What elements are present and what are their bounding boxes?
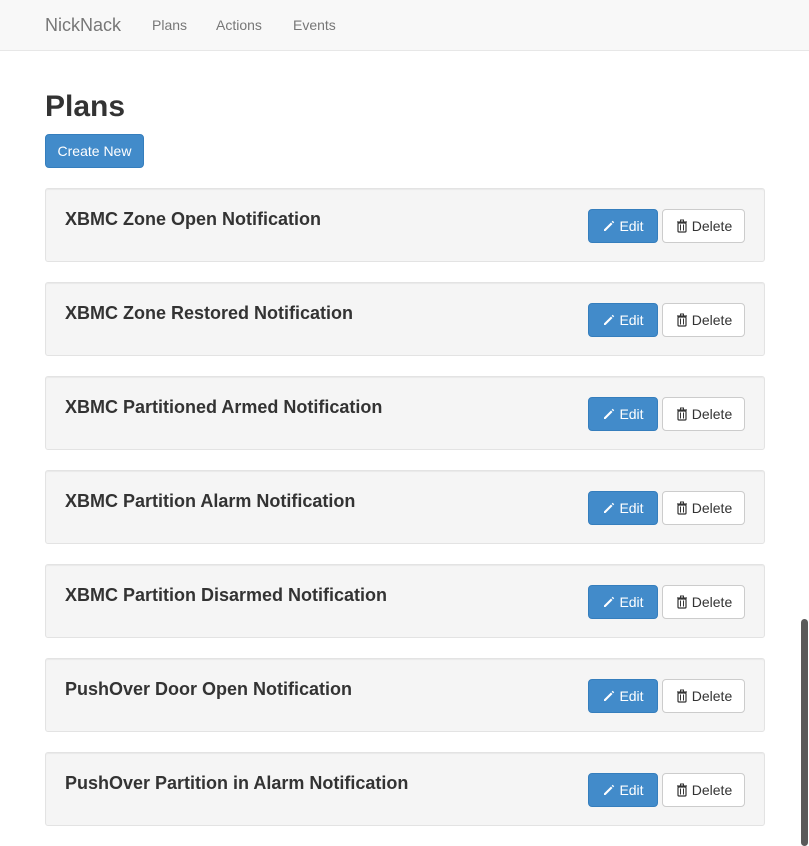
trash-icon: [675, 407, 689, 421]
pencil-icon: [602, 595, 616, 609]
trash-icon: [675, 501, 689, 515]
pencil-icon: [602, 501, 616, 515]
navbar: NickNack Plans Actions Events: [0, 0, 809, 51]
delete-button[interactable]: Delete: [662, 585, 745, 619]
edit-label: Edit: [619, 312, 644, 328]
plan-card: PushOver Door Open Notification Edit Delet…: [45, 658, 765, 732]
nav-link-plans[interactable]: Plans: [152, 16, 187, 34]
delete-button[interactable]: Delete: [662, 397, 745, 431]
nav-link-events[interactable]: Events: [293, 16, 336, 34]
delete-label: Delete: [691, 594, 733, 610]
brand-link[interactable]: NickNack: [45, 14, 121, 36]
edit-button[interactable]: Edit: [588, 303, 658, 337]
plan-name: XBMC Partition Disarmed Notification: [65, 585, 388, 605]
pencil-icon: [602, 689, 616, 703]
edit-button[interactable]: Edit: [588, 491, 658, 525]
trash-icon: [675, 313, 689, 327]
edit-button[interactable]: Edit: [588, 585, 658, 619]
page-title: Plans: [45, 90, 126, 123]
delete-button[interactable]: Delete: [662, 773, 745, 807]
edit-label: Edit: [619, 406, 644, 422]
edit-label: Edit: [619, 688, 644, 704]
plan-card: XBMC Zone Restored Notification Edit Delet…: [45, 282, 765, 356]
pencil-icon: [602, 407, 616, 421]
edit-label: Edit: [619, 218, 644, 234]
plan-card: PushOver Partition in Alarm Notification…: [45, 752, 765, 826]
plan-name: XBMC Zone Open Notification: [65, 209, 321, 229]
plan-name: PushOver Door Open Notification: [65, 679, 353, 699]
edit-button[interactable]: Edit: [588, 679, 658, 713]
trash-icon: [675, 689, 689, 703]
edit-label: Edit: [619, 500, 644, 516]
plan-card: XBMC Partition Disarmed Notification Edit…: [45, 564, 765, 638]
edit-button[interactable]: Edit: [588, 773, 658, 807]
edit-button[interactable]: Edit: [588, 397, 658, 431]
plan-name: XBMC Zone Restored Notification: [65, 303, 354, 323]
plan-card: XBMC Zone Open Notification Edit Delete: [45, 188, 765, 262]
trash-icon: [675, 219, 689, 233]
trash-icon: [675, 595, 689, 609]
scrollbar-thumb[interactable]: [801, 619, 808, 846]
nav-link-actions[interactable]: Actions: [216, 16, 262, 34]
edit-label: Edit: [619, 594, 644, 610]
create-new-button[interactable]: Create New: [45, 134, 144, 168]
delete-label: Delete: [691, 500, 733, 516]
delete-button[interactable]: Delete: [662, 679, 745, 713]
trash-icon: [675, 783, 689, 797]
plan-card: XBMC Partitioned Armed Notification Edit D…: [45, 376, 765, 450]
delete-label: Delete: [691, 312, 733, 328]
delete-button[interactable]: Delete: [662, 209, 745, 243]
pencil-icon: [602, 219, 616, 233]
pencil-icon: [602, 783, 616, 797]
edit-button[interactable]: Edit: [588, 209, 658, 243]
delete-button[interactable]: Delete: [662, 303, 745, 337]
plan-name: PushOver Partition in Alarm Notification: [65, 773, 409, 793]
plan-list: XBMC Zone Open Notification Edit Delete XBM…: [45, 188, 765, 846]
delete-label: Delete: [691, 688, 733, 704]
pencil-icon: [602, 313, 616, 327]
delete-label: Delete: [691, 218, 733, 234]
edit-label: Edit: [619, 782, 644, 798]
delete-label: Delete: [691, 782, 733, 798]
plan-card: XBMC Partition Alarm Notification Edit Del…: [45, 470, 765, 544]
delete-button[interactable]: Delete: [662, 491, 745, 525]
delete-label: Delete: [691, 406, 733, 422]
plan-name: XBMC Partitioned Armed Notification: [65, 397, 383, 417]
plan-name: XBMC Partition Alarm Notification: [65, 491, 356, 511]
